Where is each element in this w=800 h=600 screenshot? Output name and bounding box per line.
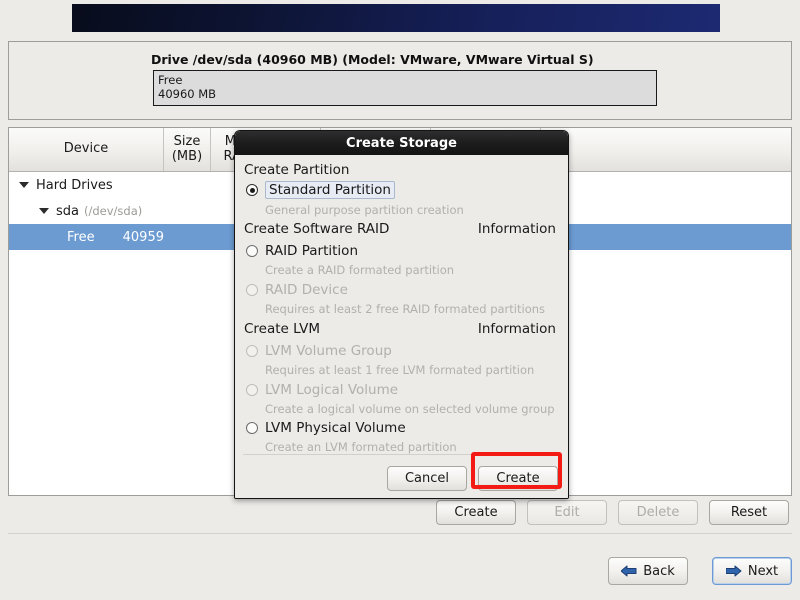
column-header-device-label: Device [63, 141, 109, 157]
radio-raid-partition[interactable] [246, 245, 258, 257]
option-lvm-volume-group: LVM Volume Group [246, 343, 392, 359]
device-name: Hard Drives [36, 177, 113, 193]
option-lvm-logical-volume: LVM Logical Volume [246, 382, 398, 398]
arrow-left-icon [621, 565, 637, 577]
drive-segment-free[interactable]: Free 40960 MB [153, 70, 657, 106]
group-heading-create-partition: Create Partition [244, 162, 350, 178]
column-header-size-line2: (MB) [171, 148, 203, 164]
option-raid-partition-desc: Create a RAID formated partition [265, 263, 455, 277]
device-name: sda [56, 203, 79, 219]
back-button[interactable]: Back [608, 557, 688, 585]
option-lvm-volume-group-label: LVM Volume Group [265, 343, 392, 359]
radio-lvm-logical-volume [246, 384, 258, 396]
installer-banner [72, 4, 720, 32]
group-heading-software-raid: Create Software RAID [244, 221, 390, 237]
device-size: 40959 [122, 229, 164, 245]
drive-segment-label: Free [158, 73, 183, 87]
delete-button: Delete [618, 500, 698, 525]
option-standard-partition-desc: General purpose partition creation [265, 203, 464, 217]
drive-summary-panel: Drive /dev/sda (40960 MB) (Model: VMware… [8, 41, 792, 120]
dialog-body: Create Partition Standard Partition Gene… [235, 155, 568, 498]
device-name: Free [67, 229, 95, 245]
create-storage-dialog: Create Storage Create Partition Standard… [234, 130, 569, 499]
dialog-title: Create Storage [235, 131, 568, 155]
arrow-right-icon [725, 565, 742, 577]
radio-standard-partition[interactable] [246, 184, 258, 196]
create-button[interactable]: Create [436, 500, 516, 525]
drive-segment-size: 40960 MB [158, 87, 217, 101]
column-header-size-line1: Size [173, 133, 201, 149]
dialog-cancel-button[interactable]: Cancel [387, 466, 467, 491]
triangle-down-icon[interactable] [39, 208, 49, 214]
group-heading-lvm: Create LVM [244, 321, 321, 337]
triangle-down-icon[interactable] [19, 182, 29, 188]
option-raid-partition-label: RAID Partition [265, 243, 358, 259]
option-lvm-physical-volume-desc: Create an LVM formated partition [265, 440, 457, 454]
option-lvm-logical-volume-desc: Create a logical volume on selected volu… [265, 402, 555, 416]
option-raid-partition[interactable]: RAID Partition [246, 243, 358, 259]
column-header-device[interactable]: Device [9, 128, 164, 171]
option-lvm-volume-group-desc: Requires at least 1 free LVM formated pa… [265, 363, 535, 377]
next-button[interactable]: Next [712, 557, 792, 585]
next-button-label: Next [747, 563, 779, 579]
option-raid-device-desc: Requires at least 2 free RAID formated p… [265, 302, 546, 316]
back-button-label: Back [643, 563, 675, 579]
reset-button[interactable]: Reset [709, 500, 789, 525]
information-link-lvm[interactable]: Information [478, 321, 556, 337]
option-standard-partition[interactable]: Standard Partition [246, 181, 395, 199]
option-lvm-physical-volume[interactable]: LVM Physical Volume [246, 420, 406, 436]
footer-divider [8, 533, 792, 534]
information-link-raid[interactable]: Information [478, 221, 556, 237]
drive-title: Drive /dev/sda (40960 MB) (Model: VMware… [151, 52, 594, 67]
radio-raid-device [246, 284, 258, 296]
option-raid-device: RAID Device [246, 282, 348, 298]
radio-lvm-volume-group [246, 345, 258, 357]
option-lvm-physical-volume-label: LVM Physical Volume [265, 420, 406, 436]
edit-button: Edit [527, 500, 607, 525]
radio-lvm-physical-volume[interactable] [246, 422, 258, 434]
option-lvm-logical-volume-label: LVM Logical Volume [265, 382, 399, 398]
option-standard-partition-label: Standard Partition [265, 181, 395, 199]
column-header-size[interactable]: Size (MB) [164, 128, 211, 171]
device-path: (/dev/sda) [84, 204, 143, 218]
option-raid-device-label: RAID Device [265, 282, 348, 298]
dialog-create-button[interactable]: Create [478, 466, 558, 491]
dialog-divider [243, 454, 562, 455]
